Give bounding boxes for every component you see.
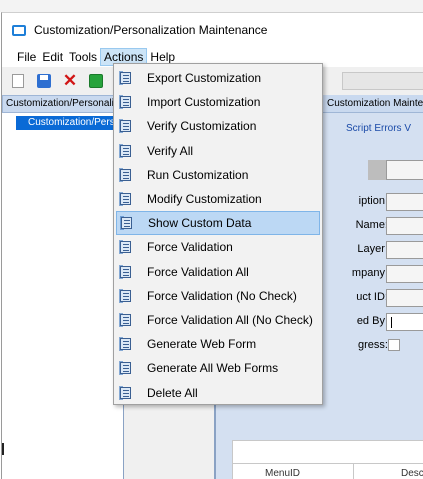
company-label: mpany: <box>351 267 388 279</box>
left-tree-panel: Customization/Personalization <box>2 113 124 479</box>
script-icon <box>119 288 133 303</box>
grid-col-menuid[interactable]: MenuID <box>265 468 300 479</box>
toolbar-field[interactable] <box>342 72 423 90</box>
menu-item-label: Verify Customization <box>147 119 257 134</box>
menu-item-import-customization[interactable]: Import Customization <box>116 90 320 114</box>
menu-item-run-customization[interactable]: Run Customization <box>116 163 320 187</box>
menu-item-force-validation-all-no-check[interactable]: Force Validation All (No Check) <box>116 308 320 332</box>
app-window-icon <box>12 24 26 36</box>
script-icon <box>119 143 133 158</box>
menu-item-label: Delete All <box>147 385 198 400</box>
script-icon <box>119 71 133 86</box>
refresh-button[interactable] <box>88 73 104 89</box>
tree-item-selected[interactable]: Customization/Personalization <box>16 116 116 130</box>
top-strip <box>0 0 423 12</box>
product-id-label: uct ID: <box>356 291 388 303</box>
left-panel-header: Customization/Personalization <box>2 95 124 113</box>
menu-item-label: Generate Web Form <box>147 337 257 352</box>
refresh-icon <box>89 74 103 88</box>
new-button[interactable] <box>10 73 26 89</box>
menu-item-verify-customization[interactable]: Verify Customization <box>116 114 320 138</box>
menu-item-export-customization[interactable]: Export Customization <box>116 66 320 90</box>
menu-item-label: Verify All <box>147 143 194 158</box>
menu-item-force-validation-all[interactable]: Force Validation All <box>116 260 320 284</box>
section-key-field[interactable] <box>386 160 423 180</box>
menu-item-generate-all-web-forms[interactable]: Generate All Web Forms <box>116 356 320 380</box>
menu-item-force-validation-no-check[interactable]: Force Validation (No Check) <box>116 284 320 308</box>
script-icon <box>119 312 133 327</box>
save-icon <box>37 74 51 88</box>
menu-item-label: Generate All Web Forms <box>147 361 279 376</box>
menu-file[interactable]: File <box>14 48 39 66</box>
delete-icon: ✕ <box>62 71 78 90</box>
text-caret <box>391 317 392 328</box>
delete-button[interactable]: ✕ <box>62 71 78 90</box>
script-icon <box>119 167 133 182</box>
menu-tools[interactable]: Tools <box>66 48 100 66</box>
script-icon <box>119 385 133 400</box>
grid-top <box>232 440 423 463</box>
menu-item-label: Show Custom Data <box>148 216 252 231</box>
menu-item-force-validation[interactable]: Force Validation <box>116 235 320 259</box>
script-icon <box>119 95 133 110</box>
in-progress-label: gress: <box>358 339 388 351</box>
menu-grid-header: MenuID Desc <box>232 463 423 479</box>
menu-item-label: Force Validation All (No Check) <box>147 312 313 327</box>
title-bar: Customization/Personalization Maintenanc… <box>2 13 423 47</box>
created-by-label: ed By: <box>356 315 388 327</box>
menu-item-label: Force Validation All <box>147 264 249 279</box>
created-by-field[interactable] <box>386 313 423 331</box>
menu-item-label: Force Validation <box>147 240 233 255</box>
menu-item-modify-customization[interactable]: Modify Customization <box>116 187 320 211</box>
grid-column-separator <box>353 464 354 479</box>
product-id-field[interactable] <box>386 289 423 307</box>
menu-edit[interactable]: Edit <box>39 48 66 66</box>
new-icon <box>12 74 24 88</box>
menu-item-show-custom-data[interactable]: Show Custom Data <box>116 211 320 236</box>
description-label: iption: <box>358 195 388 207</box>
description-field[interactable] <box>386 193 423 211</box>
menu-item-label: Import Customization <box>147 95 261 110</box>
menu-item-generate-web-form[interactable]: Generate Web Form <box>116 332 320 356</box>
script-icon <box>119 192 133 207</box>
actions-dropdown-menu: Export Customization Import Customizatio… <box>113 63 323 405</box>
script-icon <box>119 361 133 376</box>
window-title: Customization/Personalization Maintenanc… <box>34 23 268 37</box>
script-icon <box>119 337 133 352</box>
menu-item-label: Run Customization <box>147 167 249 182</box>
menu-item-label: Force Validation (No Check) <box>147 288 297 303</box>
menu-item-verify-all[interactable]: Verify All <box>116 139 320 163</box>
layer-field[interactable] <box>386 241 423 259</box>
script-icon <box>119 264 133 279</box>
menu-item-label: Modify Customization <box>147 192 262 207</box>
tab-script-errors[interactable]: Script Errors V <box>346 123 411 134</box>
save-button[interactable] <box>36 73 52 89</box>
menu-item-delete-all[interactable]: Delete All <box>116 380 320 404</box>
script-icon <box>120 216 134 231</box>
in-progress-checkbox[interactable] <box>388 339 400 351</box>
company-field[interactable] <box>386 265 423 283</box>
layer-label: Layer: <box>357 243 388 255</box>
name-label: Name: <box>355 219 388 231</box>
script-icon <box>119 240 133 255</box>
menu-item-label: Export Customization <box>147 71 262 86</box>
script-icon <box>119 119 133 134</box>
left-marker <box>2 443 4 455</box>
name-field[interactable] <box>386 217 423 235</box>
grid-col-desc[interactable]: Desc <box>401 468 423 479</box>
